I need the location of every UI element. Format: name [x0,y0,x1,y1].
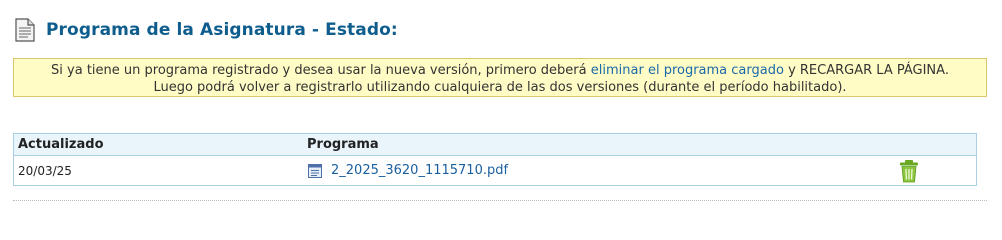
notice-line-2: Luego podrá volver a registrarlo utiliza… [153,80,847,95]
column-header-updated: Actualizado [18,137,104,152]
delete-program-link[interactable]: eliminar el programa cargado [591,63,784,78]
table-row: 20/03/25 2_2025_3620_1115710.pdf [14,156,976,185]
notice-text-before: Si ya tiene un programa registrado y des… [51,63,591,78]
program-table: Actualizado Programa 20/03/25 2_2025_362… [13,133,977,186]
document-icon [15,18,35,42]
divider [13,200,987,201]
table-header: Actualizado Programa [14,134,976,156]
row-program-cell: 2_2025_3620_1115710.pdf [302,162,976,179]
notice-box: Si ya tiene un programa registrado y des… [13,58,987,97]
section-header: Programa de la Asignatura - Estado: [14,18,398,42]
file-document-icon [308,164,322,178]
row-date: 20/03/25 [18,163,72,178]
column-header-program: Programa [307,137,379,152]
program-file-name: 2_2025_3620_1115710.pdf [331,163,509,178]
notice-text-after: y RECARGAR LA PÁGINA. [783,63,949,78]
program-file-link[interactable]: 2_2025_3620_1115710.pdf [307,162,976,179]
notice-line-1: Si ya tiene un programa registrado y des… [14,62,986,79]
page-title: Programa de la Asignatura - Estado: [46,20,398,40]
trash-icon[interactable] [898,159,920,183]
